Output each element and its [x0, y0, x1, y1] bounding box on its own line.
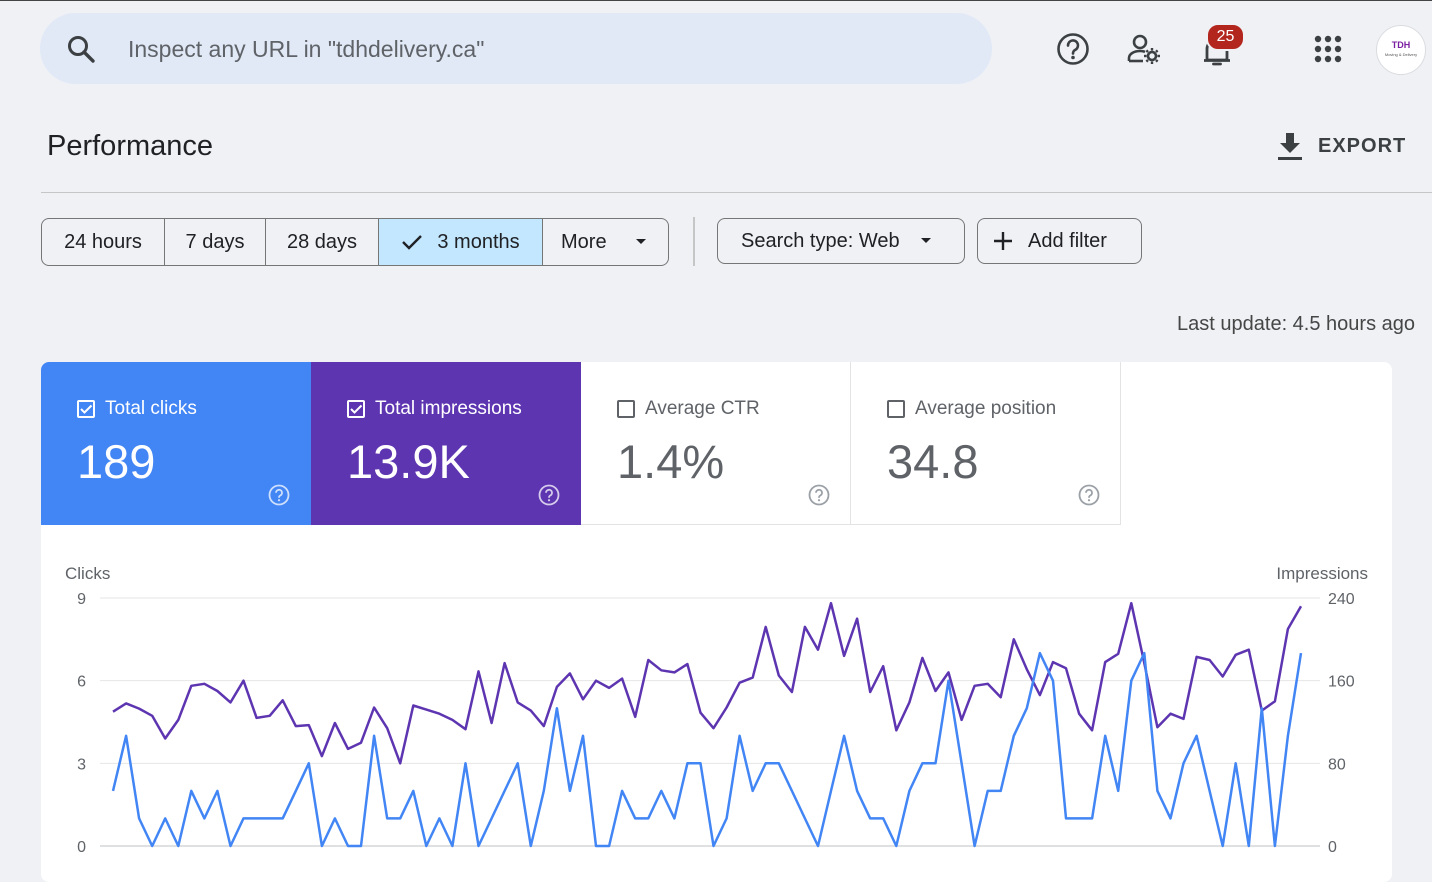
page-title: Performance [47, 130, 214, 162]
dropdown-arrow-icon [635, 239, 646, 244]
avatar-logo-text: TDH [1391, 40, 1411, 50]
account-avatar[interactable]: TDH Moving & Delivery [1376, 25, 1426, 75]
performance-chart[interactable]: Clicks Impressions 9 240 6 160 3 80 0 0 [41, 362, 1392, 882]
date-range-more[interactable]: More [543, 219, 668, 265]
url-inspection-search[interactable] [40, 13, 992, 84]
search-icon [68, 36, 95, 63]
date-range-label: More [561, 230, 607, 253]
window-top-edge [0, 0, 1432, 1]
avatar-logo-subtext: Moving & Delivery [1384, 52, 1418, 57]
date-range-label: 28 days [286, 230, 358, 253]
dropdown-arrow-icon [920, 238, 931, 243]
notifications-count-badge: 25 [1206, 23, 1245, 51]
url-inspection-input[interactable] [126, 27, 950, 71]
date-range-label: 7 days [185, 230, 245, 253]
checkmark-icon [402, 235, 423, 250]
date-range-24-hours[interactable]: 24 hours [42, 219, 165, 265]
date-range-label: 24 hours [64, 230, 142, 253]
download-icon [1278, 133, 1302, 160]
apps-grid-icon[interactable] [1311, 32, 1347, 68]
filter-separator [693, 217, 695, 266]
last-update-text: Last update: 4.5 hours ago [1177, 313, 1415, 335]
add-filter-label: Add filter [1028, 229, 1107, 252]
left-axis-tick-label: 9 [77, 591, 86, 608]
search-type-dropdown[interactable]: Search type: Web [717, 218, 965, 264]
right-axis-tick-label: 240 [1328, 591, 1355, 608]
date-range-selector: 24 hours 7 days 28 days 3 months More [41, 218, 669, 266]
left-axis-tick-label: 6 [77, 674, 86, 691]
header-divider [41, 192, 1432, 193]
date-range-3-months[interactable]: 3 months [379, 219, 543, 265]
right-axis-tick-label: 160 [1328, 674, 1355, 691]
export-button[interactable]: EXPORT [1276, 128, 1406, 164]
date-range-7-days[interactable]: 7 days [165, 219, 266, 265]
impressions-series-line [112, 601, 1303, 765]
performance-panel: Total clicks 189 Total impressions 13.9K… [41, 362, 1392, 882]
right-axis-label: Impressions [1276, 564, 1368, 583]
left-axis-tick-label: 0 [77, 839, 86, 856]
date-range-28-days[interactable]: 28 days [266, 219, 379, 265]
manage-users-icon[interactable] [1126, 31, 1162, 67]
export-label: EXPORT [1318, 134, 1407, 157]
add-filter-button[interactable]: Add filter [977, 218, 1142, 264]
search-type-label: Search type: Web [741, 229, 900, 252]
help-icon[interactable] [1055, 31, 1091, 67]
right-axis-tick-label: 0 [1328, 839, 1337, 856]
date-range-label: 3 months [437, 230, 520, 253]
left-axis-label: Clicks [65, 564, 110, 583]
left-axis-tick-label: 3 [77, 756, 86, 773]
right-axis-tick-label: 80 [1328, 756, 1346, 773]
plus-icon [994, 232, 1012, 250]
clicks-series-line [111, 651, 1303, 848]
